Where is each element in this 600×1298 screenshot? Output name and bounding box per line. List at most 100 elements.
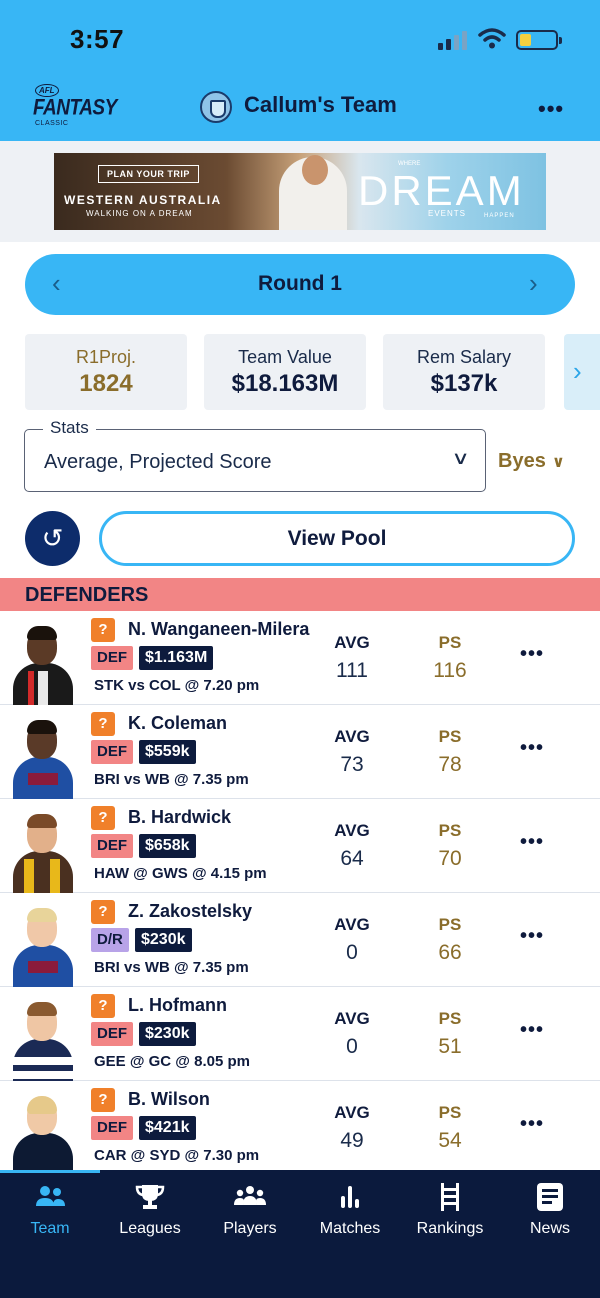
player-row[interactable]: ? Z. Zakostelsky D/R $230k BRI vs WB @ 7… bbox=[0, 893, 600, 987]
stats-next-button[interactable]: › bbox=[564, 334, 600, 410]
player-more-button[interactable]: ••• bbox=[520, 737, 544, 760]
player-more-button[interactable]: ••• bbox=[520, 643, 544, 666]
stat-card-team-value: Team Value $18.163M bbox=[204, 334, 366, 410]
player-row[interactable]: ? N. Wanganeen-Milera DEF $1.163M STK vs… bbox=[0, 611, 600, 705]
stat-card-value: $18.163M bbox=[231, 370, 339, 397]
price-badge: $559k bbox=[139, 740, 196, 764]
ps-value: 66 bbox=[438, 941, 462, 964]
tab-news[interactable]: News bbox=[500, 1180, 600, 1246]
player-fixture: BRI vs WB @ 7.35 pm bbox=[94, 959, 249, 976]
player-more-button[interactable]: ••• bbox=[520, 1019, 544, 1042]
price-badge: $1.163M bbox=[139, 646, 214, 670]
player-avatar bbox=[10, 905, 76, 987]
cellular-signal-icon bbox=[438, 30, 468, 50]
player-avatar bbox=[10, 999, 76, 1081]
player-status-badge[interactable]: ? bbox=[91, 900, 115, 924]
tab-label: Leagues bbox=[119, 1220, 181, 1237]
position-badge: D/R bbox=[91, 928, 129, 952]
tab-matches[interactable]: Matches bbox=[300, 1180, 400, 1246]
avg-value: 73 bbox=[340, 753, 364, 776]
team-badge-icon[interactable] bbox=[200, 91, 232, 123]
stat-card-value: 1824 bbox=[79, 370, 133, 397]
player-avatar bbox=[10, 811, 76, 893]
round-label: Round 1 bbox=[258, 272, 342, 295]
bar-chart-icon bbox=[341, 1186, 359, 1208]
player-name[interactable]: B. Hardwick bbox=[128, 807, 231, 828]
ps-label: PS bbox=[438, 915, 462, 934]
player-status-badge[interactable]: ? bbox=[91, 618, 115, 642]
afl-fantasy-logo: AFL FANTASY CLASSIC bbox=[33, 84, 117, 127]
stats-dropdown[interactable]: Stats Average, Projected Score ∨ bbox=[24, 418, 486, 492]
chevron-down-icon: ∨ bbox=[451, 448, 470, 468]
avg-label: AVG bbox=[334, 821, 370, 840]
reset-button[interactable]: ↺ bbox=[25, 511, 80, 566]
position-badge: DEF bbox=[91, 740, 133, 764]
stat-card-remaining-salary: Rem Salary $137k bbox=[383, 334, 545, 410]
player-fixture: GEE @ GC @ 8.05 pm bbox=[94, 1053, 250, 1070]
tab-team[interactable]: Team bbox=[0, 1180, 100, 1246]
player-row[interactable]: ? L. Hofmann DEF $230k GEE @ GC @ 8.05 p… bbox=[0, 987, 600, 1081]
player-more-button[interactable]: ••• bbox=[520, 925, 544, 948]
ad-plan-label: PLAN YOUR TRIP bbox=[98, 165, 199, 183]
tab-label: Players bbox=[223, 1220, 277, 1237]
player-name[interactable]: B. Wilson bbox=[128, 1089, 210, 1110]
news-icon bbox=[537, 1183, 563, 1211]
player-name[interactable]: N. Wanganeen-Milera bbox=[128, 619, 309, 640]
player-status-badge[interactable]: ? bbox=[91, 712, 115, 736]
view-pool-button[interactable]: View Pool bbox=[99, 511, 575, 566]
position-badge: DEF bbox=[91, 646, 133, 670]
position-badge: DEF bbox=[91, 1116, 133, 1140]
player-row[interactable]: ? B. Wilson DEF $421k CAR @ SYD @ 7.30 p… bbox=[0, 1081, 600, 1175]
avg-value: 111 bbox=[336, 659, 368, 682]
battery-icon bbox=[516, 30, 562, 50]
tab-leagues[interactable]: Leagues bbox=[100, 1180, 200, 1246]
byes-label: Byes bbox=[498, 450, 546, 472]
players-icon bbox=[234, 1186, 266, 1205]
player-fixture: BRI vs WB @ 7.35 pm bbox=[94, 771, 249, 788]
bottom-tab-bar: Team Leagues Players Matches Rankings Ne… bbox=[0, 1170, 600, 1298]
tab-label: News bbox=[529, 1220, 570, 1237]
ps-value: 78 bbox=[438, 753, 462, 776]
avg-value: 0 bbox=[346, 1035, 358, 1058]
player-row[interactable]: ? K. Coleman DEF $559k BRI vs WB @ 7.35 … bbox=[0, 705, 600, 799]
avg-label: AVG bbox=[334, 1009, 370, 1028]
ad-person-head bbox=[302, 155, 328, 185]
tab-label: Matches bbox=[319, 1220, 381, 1237]
ad-banner[interactable]: PLAN YOUR TRIP WESTERN AUSTRALIA WALKING… bbox=[54, 153, 546, 230]
app-header: 3:57 AFL FANTASY CLASSIC Callum's Team •… bbox=[0, 0, 600, 141]
chevron-down-icon: ∨ bbox=[551, 454, 565, 471]
player-more-button[interactable]: ••• bbox=[520, 1113, 544, 1136]
ps-value: 116 bbox=[433, 659, 467, 682]
ad-events-text: EVENTS bbox=[428, 209, 467, 218]
player-avatar bbox=[10, 1093, 76, 1175]
player-status-badge[interactable]: ? bbox=[91, 806, 115, 830]
player-fixture: STK vs COL @ 7.20 pm bbox=[94, 677, 260, 694]
tab-rankings[interactable]: Rankings bbox=[400, 1180, 500, 1246]
stat-card-value: $137k bbox=[430, 370, 498, 397]
avg-label: AVG bbox=[334, 915, 370, 934]
ad-headline-2: WALKING ON A DREAM bbox=[86, 209, 193, 218]
team-icon bbox=[36, 1186, 65, 1206]
tab-players[interactable]: Players bbox=[200, 1180, 300, 1246]
ps-label: PS bbox=[438, 727, 462, 746]
section-title: DEFENDERS bbox=[25, 584, 149, 606]
avg-value: 49 bbox=[340, 1129, 364, 1152]
player-name[interactable]: Z. Zakostelsky bbox=[128, 901, 252, 922]
player-status-badge[interactable]: ? bbox=[91, 994, 115, 1018]
wifi-icon bbox=[478, 28, 506, 49]
player-status-badge[interactable]: ? bbox=[91, 1088, 115, 1112]
player-name[interactable]: L. Hofmann bbox=[128, 995, 227, 1016]
avg-value: 64 bbox=[340, 847, 364, 870]
stat-card-title: Rem Salary bbox=[416, 347, 512, 367]
header-more-button[interactable]: ••• bbox=[538, 96, 564, 122]
player-row[interactable]: ? B. Hardwick DEF $658k HAW @ GWS @ 4.15… bbox=[0, 799, 600, 893]
stat-card-title: Team Value bbox=[238, 347, 332, 367]
chevron-right-icon[interactable]: › bbox=[529, 268, 538, 299]
byes-dropdown[interactable]: Byes ∨ bbox=[498, 450, 565, 473]
player-more-button[interactable]: ••• bbox=[520, 831, 544, 854]
team-title[interactable]: Callum's Team bbox=[244, 92, 397, 118]
player-avatar bbox=[10, 623, 76, 705]
ps-label: PS bbox=[438, 821, 462, 840]
ad-headline-1: WESTERN AUSTRALIA bbox=[64, 193, 222, 207]
player-name[interactable]: K. Coleman bbox=[128, 713, 227, 734]
